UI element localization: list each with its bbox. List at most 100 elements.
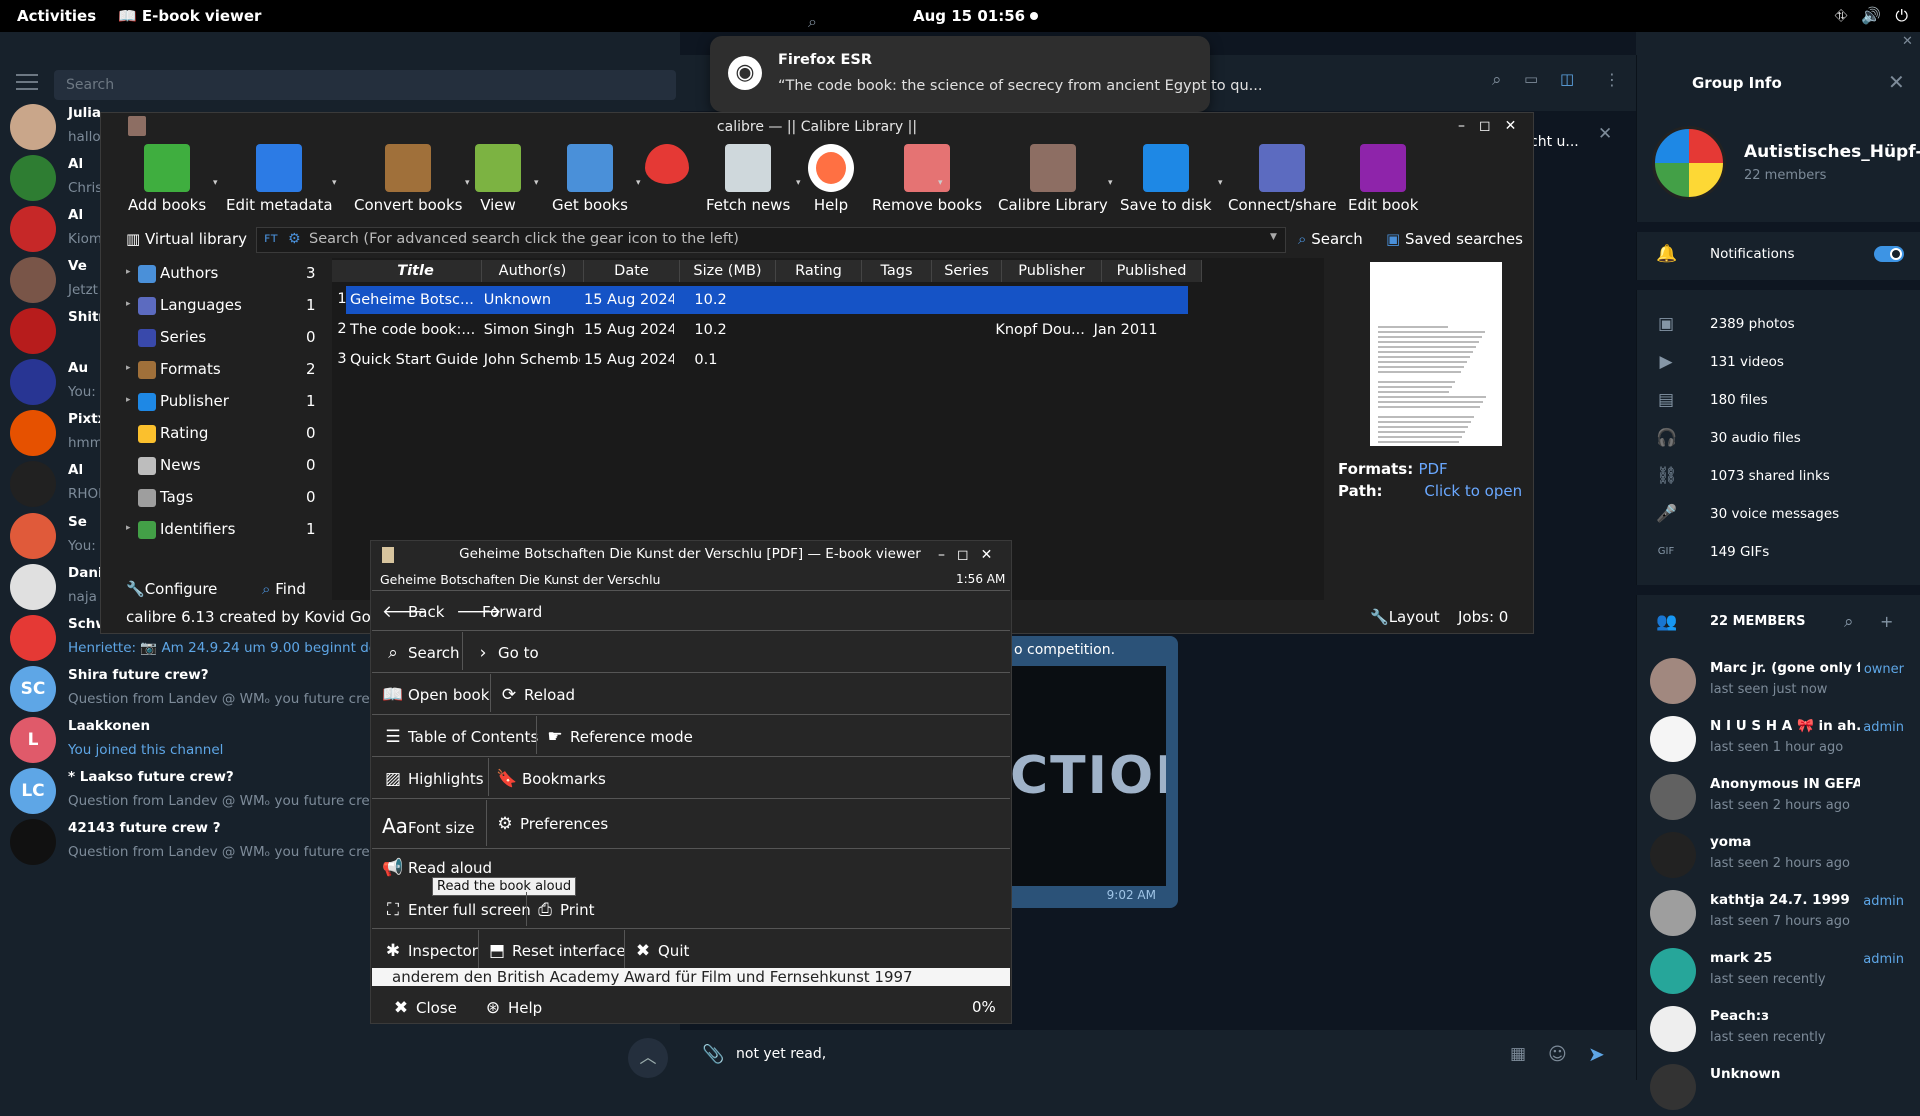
toolbar-dropdown-icon[interactable]: ▾: [636, 178, 641, 188]
toolbar-dropdown-icon[interactable]: ▾: [332, 178, 337, 188]
library-search-input[interactable]: Search (For advanced search click the ge…: [256, 227, 1286, 253]
table-of-contents-button[interactable]: ☰ Table of Contents: [382, 727, 538, 747]
activities-button[interactable]: Activities: [17, 7, 96, 25]
reload-button[interactable]: ⟳ Reload: [498, 685, 575, 705]
gear-icon[interactable]: ⚙: [288, 231, 301, 247]
close-pinned-icon[interactable]: ✕: [1598, 124, 1612, 144]
book-cover[interactable]: [1370, 262, 1502, 446]
edit-metadata-button[interactable]: Edit metadata: [226, 144, 333, 220]
minimize-icon[interactable]: –: [1458, 118, 1465, 134]
toolbar-dropdown-icon[interactable]: ▾: [1108, 178, 1113, 188]
member-item[interactable]: kathtja 24.7. 1999 last seen 7 hours ago a…: [1636, 884, 1920, 942]
tag-browser-item[interactable]: ▸ Languages 1: [126, 294, 326, 320]
toolbar-dropdown-icon[interactable]: ▾: [465, 178, 470, 188]
comments-icon[interactable]: ▭: [1524, 70, 1538, 88]
media-stat-row[interactable]: ▶ 131 videos: [1636, 344, 1920, 382]
clock[interactable]: Aug 15 01:56: [913, 7, 1025, 25]
add-books-button[interactable]: Add books: [128, 144, 206, 220]
path-open-link[interactable]: Click to open: [1424, 482, 1522, 500]
connect-share-button[interactable]: Connect/share: [1228, 144, 1337, 220]
media-stat-row[interactable]: ▤ 180 files: [1636, 382, 1920, 420]
fullscreen-button[interactable]: ⛶ Enter full screen: [382, 900, 531, 920]
column-header[interactable]: Date: [584, 260, 680, 282]
read-aloud-button[interactable]: 📢 Read aloud: [382, 858, 492, 878]
expand-arrow-icon[interactable]: ▸: [126, 299, 131, 309]
forward-button[interactable]: 🡒Forward: [456, 602, 542, 622]
member-item[interactable]: N I U S H A 🎀 in ah... last seen 1 hour a…: [1636, 710, 1920, 768]
search-button[interactable]: ⌕ Search: [1298, 230, 1363, 248]
column-header[interactable]: Published: [1102, 260, 1202, 282]
edit-book-button[interactable]: Edit book: [1348, 144, 1418, 220]
highlights-button[interactable]: ▨ Highlights: [382, 769, 484, 789]
close-button[interactable]: ✖ Close: [390, 998, 457, 1018]
book-row[interactable]: The code book:... Simon Singh 15 Aug 2024 1…: [346, 316, 1188, 344]
media-stat-row[interactable]: ⛓ 1073 shared links: [1636, 458, 1920, 496]
tag-browser-item[interactable]: Tags 0: [126, 486, 326, 512]
emoji-icon[interactable]: ☺: [1548, 1044, 1567, 1065]
toolbar-dropdown-icon[interactable]: ▾: [213, 178, 218, 188]
window-close-icon[interactable]: ✕: [1902, 34, 1913, 49]
toolbar-dropdown-icon[interactable]: ▾: [1218, 178, 1223, 188]
tag-browser-item[interactable]: Rating 0: [126, 422, 326, 448]
maximize-icon[interactable]: ◻: [957, 547, 969, 563]
save-to-disk-button[interactable]: Save to disk: [1120, 144, 1212, 220]
tag-browser-item[interactable]: Series 0: [126, 326, 326, 352]
toolbar-dropdown-icon[interactable]: ▾: [796, 178, 801, 188]
tag-browser-item[interactable]: ▸ Identifiers 1: [126, 518, 326, 544]
help-button[interactable]: Help: [808, 144, 854, 220]
configure-button[interactable]: 🔧Configure: [126, 580, 217, 598]
preferences-button[interactable]: ⚙ Preferences: [494, 814, 608, 834]
close-icon[interactable]: ✕: [1888, 70, 1905, 94]
tag-browser-item[interactable]: News 0: [126, 454, 326, 480]
back-button[interactable]: 🡐Back: [382, 602, 444, 622]
print-button[interactable]: ⎙ Print: [534, 900, 594, 920]
ebook-page-text[interactable]: anderem den British Academy Award für Fi…: [372, 968, 1010, 986]
column-header[interactable]: Author(s): [482, 260, 584, 282]
help-button[interactable]: ⊛ Help: [482, 998, 542, 1018]
search-chat-icon[interactable]: ⌕: [808, 12, 817, 32]
member-item[interactable]: yoma last seen 2 hours ago: [1636, 826, 1920, 884]
tag-browser-item[interactable]: ▸ Formats 2: [126, 358, 326, 384]
virtual-library-button[interactable]: ▥ Virtual library: [126, 230, 247, 248]
search-mode-icon[interactable]: ꜰᴛ: [264, 231, 278, 246]
add-member-icon[interactable]: +: [1880, 612, 1893, 631]
scroll-down-icon[interactable]: ︿: [628, 1038, 668, 1078]
media-stat-row[interactable]: 🎧 30 audio files: [1636, 420, 1920, 458]
member-item[interactable]: Peach:з last seen recently: [1636, 1000, 1920, 1058]
book-row[interactable]: Geheime Botsc... Unknown 15 Aug 2024 10.2: [346, 286, 1188, 314]
menu-icon[interactable]: [16, 74, 38, 90]
expand-arrow-icon[interactable]: ▸: [126, 395, 131, 405]
reset-interface-button[interactable]: ⬒ Reset interface: [486, 941, 626, 961]
message-image[interactable]: CTION: [1010, 666, 1166, 886]
format-pdf-link[interactable]: PDF: [1418, 460, 1447, 478]
column-header[interactable]: Size (MB): [680, 260, 776, 282]
jobs-indicator[interactable]: Jobs: 0: [1458, 608, 1508, 626]
quit-button[interactable]: ✖ Quit: [632, 941, 690, 961]
column-header[interactable]: Tags: [862, 260, 932, 282]
schedule-icon[interactable]: ▦: [1510, 1044, 1526, 1064]
firefox-notification[interactable]: ◉ Firefox ESR “The code book: the scienc…: [710, 36, 1263, 112]
open-book-button[interactable]: 📖 Open book: [382, 685, 489, 705]
column-header[interactable]: Series: [932, 260, 1002, 282]
app-menu[interactable]: 📖 E-book viewer: [118, 7, 261, 25]
column-header[interactable]: Publisher: [1002, 260, 1102, 282]
expand-arrow-icon[interactable]: ▸: [126, 523, 131, 533]
layout-button[interactable]: 🔧Layout: [1370, 608, 1440, 626]
close-icon[interactable]: ✕: [981, 547, 993, 563]
calibre-library-button[interactable]: Calibre Library: [998, 144, 1108, 220]
toolbar-dropdown-icon[interactable]: ▾: [938, 178, 943, 188]
more-options-icon[interactable]: ⋮: [1604, 70, 1620, 89]
toolbar-dropdown-icon[interactable]: ▾: [534, 178, 539, 188]
maximize-icon[interactable]: ◻: [1479, 118, 1491, 134]
view-button[interactable]: View: [475, 144, 521, 220]
convert-books-button[interactable]: Convert books: [354, 144, 462, 220]
tag-browser-item[interactable]: ▸ Publisher 1: [126, 390, 326, 416]
column-header[interactable]: Title: [350, 260, 482, 282]
font-size-button[interactable]: AaFont size: [382, 814, 475, 838]
member-item[interactable]: Anonymous IN GEFAHR 911-1... last seen 2 …: [1636, 768, 1920, 826]
media-stat-row[interactable]: GIF 149 GIFs: [1636, 534, 1920, 572]
goto-button[interactable]: › Go to: [472, 643, 539, 663]
member-item[interactable]: mark 25 last seen recently admin: [1636, 942, 1920, 1000]
find-button[interactable]: ⌕ Find: [262, 580, 306, 598]
minimize-icon[interactable]: –: [938, 547, 945, 563]
